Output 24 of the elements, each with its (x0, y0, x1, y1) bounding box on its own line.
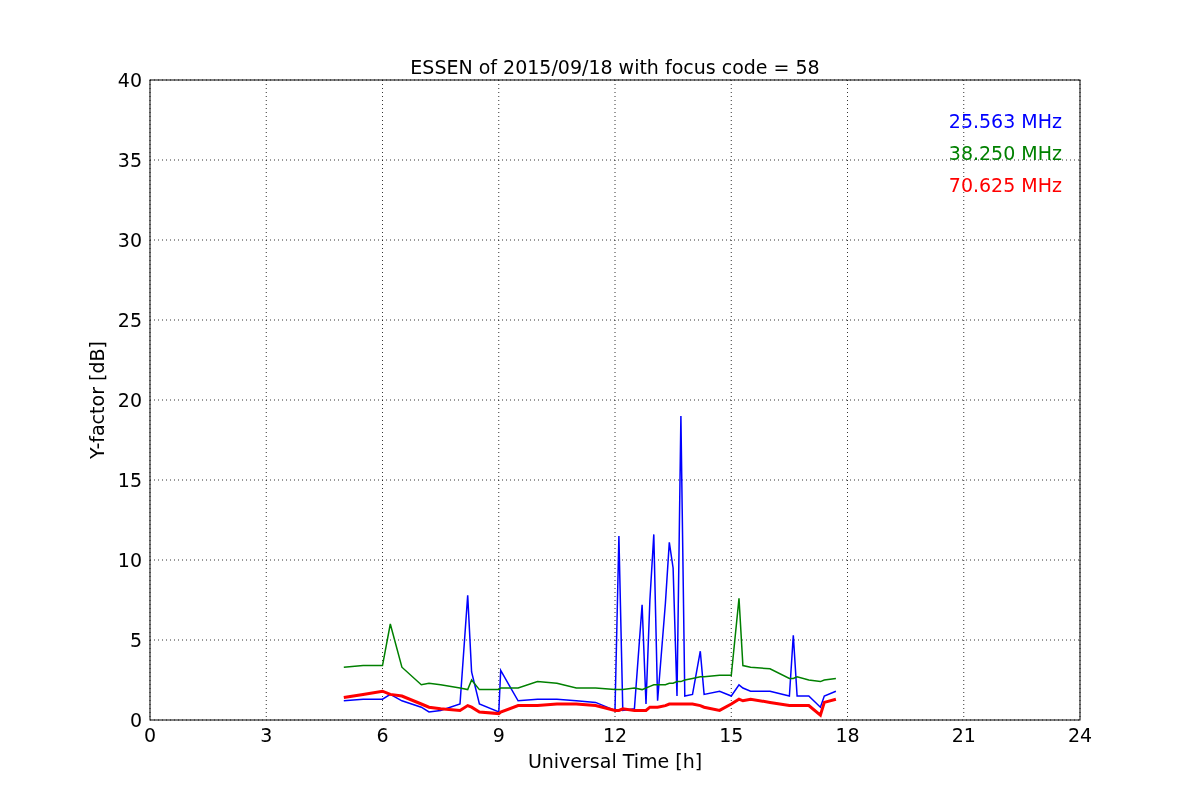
tick-label: 10 (117, 549, 142, 571)
legend-label: 25.563 MHz (948, 110, 1062, 132)
tick-label: 25 (117, 309, 142, 331)
tick-label: 0 (143, 724, 157, 746)
tick-label: 5 (129, 629, 142, 651)
axis-label: Y-factor [dB] (86, 341, 108, 459)
tick-label: 6 (376, 724, 389, 746)
tick-label: 12 (602, 724, 628, 746)
legend-label: 38.250 MHz (948, 142, 1062, 164)
tick-label: 40 (117, 69, 142, 91)
tick-label: 35 (117, 149, 142, 171)
tick-label: 0 (129, 709, 142, 731)
tick-label: 30 (117, 229, 142, 251)
tick-label: 3 (260, 724, 273, 746)
tick-label: 21 (951, 724, 976, 746)
tick-label: 15 (117, 469, 142, 491)
tick-label: 18 (835, 724, 860, 746)
tick-label: 20 (117, 389, 142, 411)
legend-label: 70.625 MHz (948, 174, 1062, 196)
tick-label: 15 (719, 724, 744, 746)
tick-label: 9 (492, 724, 505, 746)
chart-title: ESSEN of 2015/09/18 with focus code = 58 (410, 56, 820, 78)
axis-label: Universal Time [h] (527, 750, 703, 772)
tick-label: 24 (1067, 724, 1093, 746)
